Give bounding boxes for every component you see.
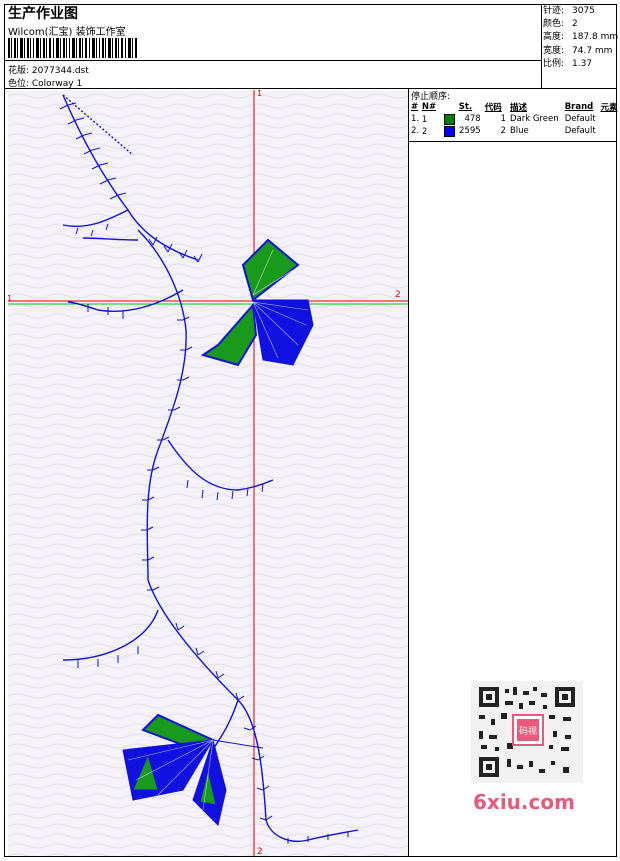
design-file-label: 花版: 2077344.dst [8,66,89,76]
guide-label-left: 1 [8,294,12,303]
company-name: Wilcom(汇宝) 装饰工作室 [8,27,126,38]
stat-height: 高度: 187.8 mm [543,32,619,43]
page-title: 生产作业图 [8,6,78,22]
embroidery-drawing: 1 2 1 2 [8,90,408,856]
thread-row[interactable]: 2. 2 2595 2 Blue Default [411,125,620,137]
qr-center-text: 码视 [519,725,537,737]
stat-colors: 颜色: 2 [543,19,578,30]
design-preview[interactable]: 1 2 1 2 [8,90,408,856]
thread-table-header: # N# St. 代码 描述 Brand 元素 [411,101,618,113]
guide-label-right: 2 [395,290,401,300]
thread-row[interactable]: 1. 1 478 1 Dark Green Default [411,113,620,125]
guide-label-top: 1 [257,90,262,98]
guide-label-bottom: 2 [257,847,263,856]
stat-width: 宽度: 74.7 mm [543,45,613,56]
barcode [8,38,137,58]
stat-scale: 比例: 1.37 [543,58,593,69]
watermark-text: 6xiu.com [473,790,575,814]
header-mid-divider [4,60,541,61]
stats-divider [541,4,542,88]
thread-color-swatch [444,113,455,125]
qr-code: 码视 [471,681,583,783]
thread-table: # N# St. 代码 描述 Brand 元素 1. 1 478 1 Dark … [411,100,620,137]
thread-color-swatch [444,125,455,137]
stat-stitches: 针迹: 3075 [543,6,595,16]
thread-table-divider [408,141,617,142]
stats-panel: 针迹: 3075 颜色: 2 高度: 187.8 mm 宽度: 74.7 mm 比例: 1… [543,5,618,71]
colorway-label: 色位: Colorway 1 [8,79,83,89]
side-panel-divider [408,88,409,857]
header-divider [4,88,617,89]
